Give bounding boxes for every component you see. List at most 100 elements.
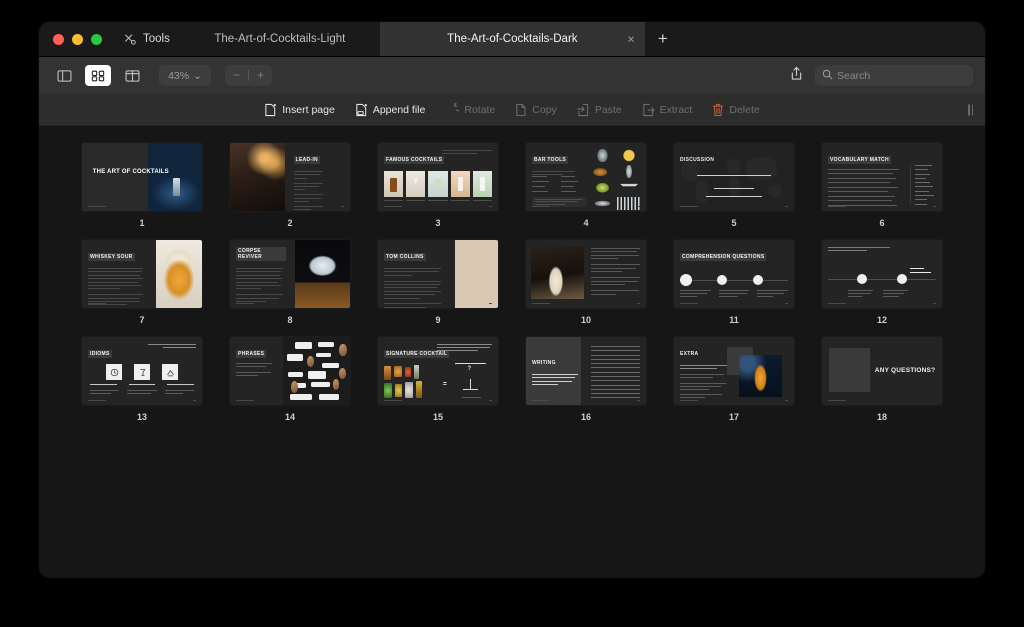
tab-light[interactable]: The-Art-of-Cocktails-Light (179, 22, 380, 56)
ingredient-image (405, 382, 413, 398)
page-cell-11[interactable]: COMPREHENSION QUESTIONS 11 (660, 240, 808, 325)
zoom-out-button[interactable]: − (225, 65, 248, 86)
page-thumbnail-15[interactable]: SIGNATURE COCKTAIL = ? (378, 337, 498, 405)
slide-footer-page (785, 205, 788, 207)
slide-16-title: WRITING (532, 360, 556, 366)
slide-footer (384, 205, 402, 207)
page-thumbnail-3[interactable]: FAMOUS COCKTAILS (378, 143, 498, 211)
slide-footer (88, 399, 106, 401)
timeline-connector (762, 279, 788, 281)
slide-footer-page (489, 205, 492, 207)
page-thumbnail-11[interactable]: COMPREHENSION QUESTIONS (674, 240, 794, 308)
page-thumbnail-area[interactable]: THE ART OF COCKTAILS 1 LEAD-IN 2 FAMOUS … (39, 126, 985, 578)
close-button[interactable] (53, 33, 64, 45)
page-thumbnail-14[interactable]: PHRASES (230, 337, 350, 405)
page-thumbnail-16[interactable]: WRITING (526, 337, 646, 405)
slide-9-recipe-text (384, 268, 442, 308)
page-number-15: 15 (432, 412, 443, 422)
slide-9-body: TOM COLLINS (378, 240, 452, 308)
insert-page-button[interactable]: Insert page (264, 103, 335, 117)
speech-bubble (308, 371, 326, 380)
page-cell-18[interactable]: ANY QUESTIONS? 18 (808, 337, 956, 422)
avatar (306, 356, 314, 367)
slide-7-photo (156, 240, 202, 308)
slide-5-body: DISCUSSION (674, 143, 794, 211)
page-cell-14[interactable]: PHRASES 14 (216, 337, 364, 422)
page-thumbnail-18[interactable]: ANY QUESTIONS? (822, 337, 942, 405)
zoom-in-button[interactable]: + (249, 65, 272, 86)
append-file-button[interactable]: Append file (355, 103, 426, 117)
action-toolbar: Insert page Append file Rotate Copy Past… (39, 94, 985, 126)
slide-footer (828, 302, 846, 304)
search-field[interactable] (815, 65, 973, 86)
page-thumbnail-2[interactable]: LEAD-IN (230, 143, 350, 211)
idiom-card (106, 364, 122, 380)
minimize-button[interactable] (72, 33, 83, 45)
slide-footer-page (193, 399, 196, 401)
slide-8-recipe-text (236, 268, 284, 302)
page-thumbnail-10[interactable] (526, 240, 646, 308)
page-thumbnail-12[interactable] (822, 240, 942, 308)
page-cell-16[interactable]: WRITING 16 (512, 337, 660, 422)
page-cell-8[interactable]: CORPSE REVIVER 8 (216, 240, 364, 325)
signature-glass: ? (452, 363, 488, 395)
slide-6-numbered-list (828, 169, 902, 206)
page-cell-1[interactable]: THE ART OF COCKTAILS 1 (68, 143, 216, 228)
page-number-10: 10 (580, 315, 591, 325)
sidebar-view-button[interactable] (51, 65, 77, 86)
extract-button[interactable]: Extract (642, 103, 692, 117)
page-thumbnail-5[interactable]: DISCUSSION (674, 143, 794, 211)
zoom-stepper[interactable]: − + (225, 65, 273, 86)
share-button[interactable] (785, 66, 807, 86)
slide-7: WHISKEY SOUR (82, 240, 202, 308)
delete-button[interactable]: Delete (712, 103, 760, 117)
slide-15-body: SIGNATURE COCKTAIL = ? (378, 337, 498, 405)
page-cell-15[interactable]: SIGNATURE COCKTAIL = ? 15 (364, 337, 512, 422)
tools-button[interactable]: Tools (114, 22, 180, 56)
page-thumbnail-7[interactable]: WHISKEY SOUR (82, 240, 202, 308)
page-thumbnail-4[interactable]: BAR TOOLS (526, 143, 646, 211)
paste-button[interactable]: Paste (577, 103, 622, 117)
page-cell-4[interactable]: BAR TOOLS 4 (512, 143, 660, 228)
timeline-node (896, 274, 907, 284)
slide-14-instructions (236, 363, 272, 376)
page-cell-7[interactable]: WHISKEY SOUR 7 (68, 240, 216, 325)
share-icon (790, 66, 803, 86)
page-thumbnail-6[interactable]: VOCABULARY MATCH (822, 143, 942, 211)
page-cell-17[interactable]: EXTRA 17 (660, 337, 808, 422)
page-cell-10[interactable]: 10 (512, 240, 660, 325)
copy-button[interactable]: Copy (515, 103, 557, 117)
toolbar: 43% ⌄ − + (39, 57, 985, 94)
new-tab-button[interactable]: + (645, 22, 681, 56)
preview-window: Tools The-Art-of-Cocktails-Light The-Art… (39, 22, 985, 578)
page-cell-9[interactable]: TOM COLLINS 9 (364, 240, 512, 325)
rotate-button[interactable]: Rotate (445, 103, 495, 116)
slide-footer (828, 399, 846, 401)
slide-footer (828, 205, 846, 207)
tab-dark[interactable]: The-Art-of-Cocktails-Dark × (379, 22, 645, 56)
cocktail-card (406, 171, 426, 197)
page-cell-6[interactable]: VOCABULARY MATCH 6 (808, 143, 956, 228)
search-input[interactable] (837, 69, 966, 82)
toolbar-grip-handle[interactable] (968, 104, 973, 115)
slide-footer (384, 302, 402, 304)
page-thumbnail-1[interactable]: THE ART OF COCKTAILS (82, 143, 202, 211)
page-thumbnail-9[interactable]: TOM COLLINS (378, 240, 498, 308)
timeline-node (752, 275, 763, 285)
maximize-button[interactable] (91, 33, 102, 45)
page-cell-13[interactable]: IDIOMS 13 (68, 337, 216, 422)
ingredient-image (384, 382, 393, 398)
append-file-label: Append file (372, 103, 426, 116)
page-cell-12[interactable]: 12 (808, 240, 956, 325)
two-page-view-button[interactable] (119, 65, 145, 86)
zoom-level-selector[interactable]: 43% ⌄ (159, 65, 211, 86)
page-thumbnail-8[interactable]: CORPSE REVIVER (230, 240, 350, 308)
page-thumbnail-13[interactable]: IDIOMS (82, 337, 202, 405)
close-icon[interactable]: × (627, 33, 635, 46)
page-cell-5[interactable]: DISCUSSION 5 (660, 143, 808, 228)
page-cell-3[interactable]: FAMOUS COCKTAILS 3 (364, 143, 512, 228)
grid-view-button[interactable] (85, 65, 111, 86)
page-thumbnail-17[interactable]: EXTRA (674, 337, 794, 405)
page-cell-2[interactable]: LEAD-IN 2 (216, 143, 364, 228)
tool-image (590, 181, 615, 194)
